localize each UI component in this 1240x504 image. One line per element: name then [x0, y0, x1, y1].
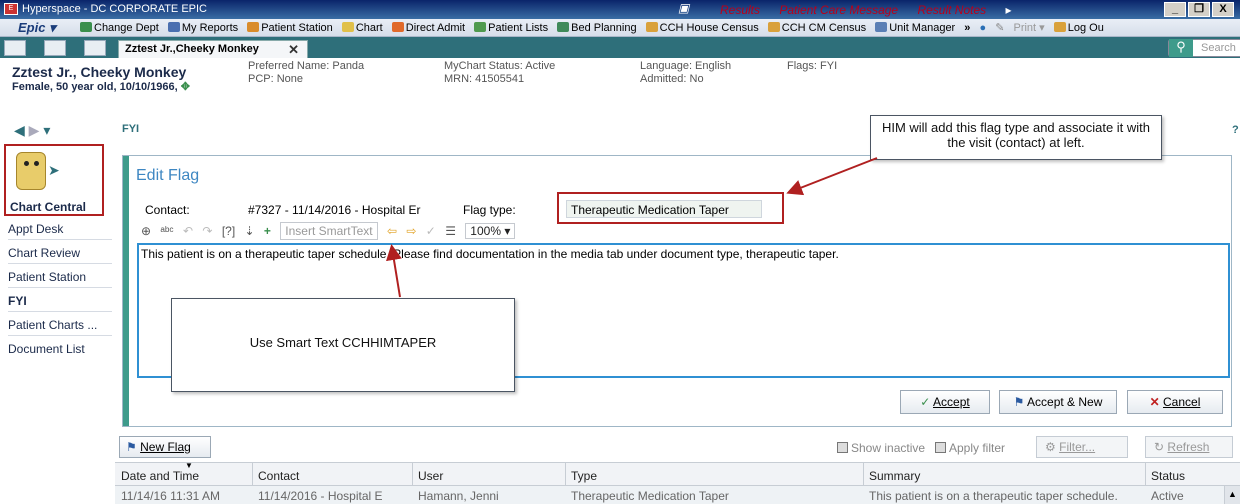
table-header: Date and Time ▼ Contact User Type Summar… [115, 461, 1240, 487]
flag-list-controls: ⚑ New Flag Show inactive Apply filter ⚙ … [115, 434, 1240, 462]
column-divider [863, 463, 864, 487]
column-header-summary[interactable]: Summary [869, 469, 920, 483]
checkbox-box [935, 442, 946, 453]
column-header-contact[interactable]: Contact [258, 469, 299, 483]
refresh-icon: ↻ [1154, 440, 1165, 454]
new-flag-button[interactable]: ⚑ New Flag [119, 436, 211, 458]
column-header-date[interactable]: Date and Time [121, 469, 199, 483]
table-row[interactable]: 11/14/16 11:31 AM 11/14/2016 - Hospital … [115, 486, 1240, 504]
column-header-status[interactable]: Status [1151, 469, 1185, 483]
new-flag-icon: ⚑ [126, 440, 137, 454]
cell-summary: This patient is on a therapeutic taper s… [869, 489, 1118, 503]
scroll-up-arrow-icon[interactable]: ▲ [1224, 486, 1240, 504]
sort-desc-icon: ▼ [185, 461, 193, 470]
column-divider [565, 463, 566, 487]
column-header-type[interactable]: Type [571, 469, 597, 483]
cell-status: Active [1151, 489, 1184, 503]
arrow-to-flag-type [786, 157, 878, 196]
filter-icon: ⚙ [1045, 440, 1056, 454]
filter-button[interactable]: ⚙ Filter... [1036, 436, 1128, 458]
show-inactive-checkbox[interactable]: Show inactive [837, 441, 925, 455]
refresh-button[interactable]: ↻ Refresh [1145, 436, 1233, 458]
column-divider [412, 463, 413, 487]
apply-filter-checkbox[interactable]: Apply filter [935, 441, 1005, 455]
column-divider [252, 463, 253, 487]
checkbox-box [837, 442, 848, 453]
arrow-to-insert-smarttext [386, 244, 402, 298]
column-divider [1145, 463, 1146, 487]
cell-contact: 11/14/2016 - Hospital E [258, 489, 383, 503]
cell-date: 11/14/16 11:31 AM [121, 489, 220, 503]
cell-type: Therapeutic Medication Taper [571, 489, 729, 503]
cell-user: Hamann, Jenni [418, 489, 499, 503]
flag-table: Date and Time ▼ Contact User Type Summar… [115, 461, 1240, 504]
annotation-arrows [386, 157, 878, 298]
column-header-user[interactable]: User [418, 469, 443, 483]
